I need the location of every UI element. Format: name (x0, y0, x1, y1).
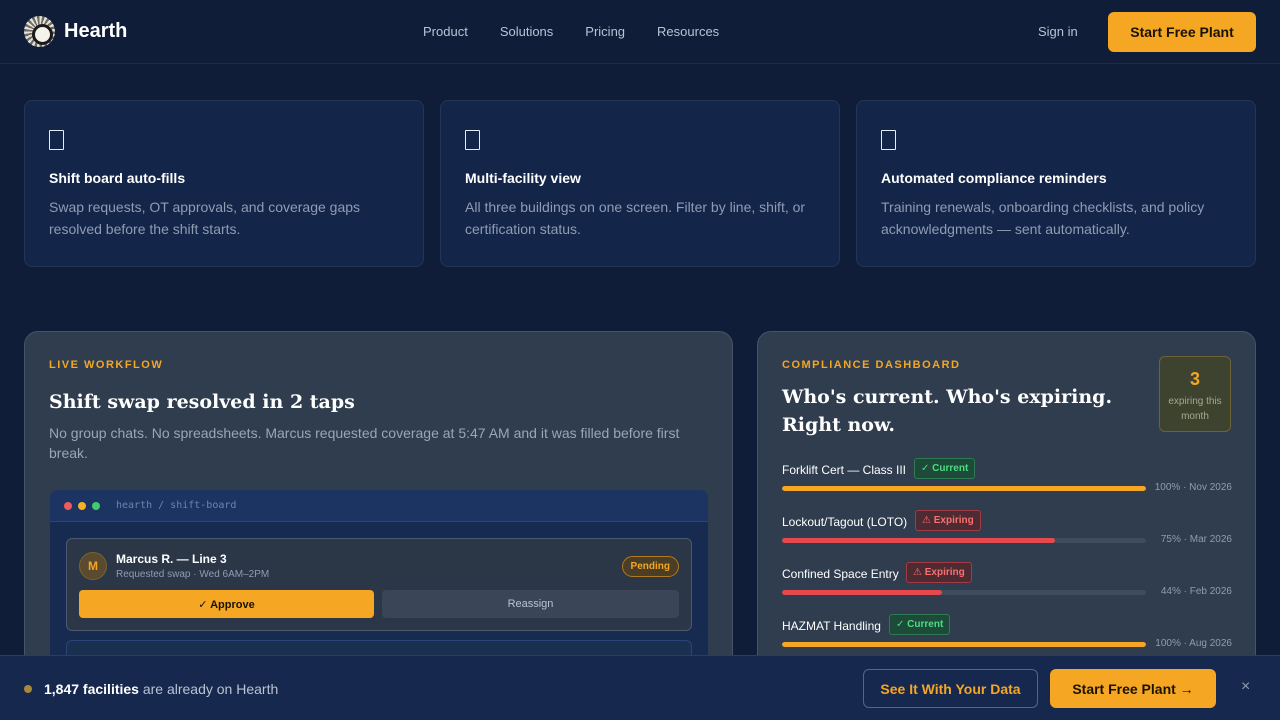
cert-progress-fill (782, 538, 1055, 543)
window-maximize-dot (92, 501, 100, 510)
cert-status-badge: ✓ Current (889, 614, 951, 635)
cert-progress-fill (782, 642, 1146, 647)
cert-status-badge: ⚠ Expiring (915, 510, 981, 531)
cert-progress-fill (782, 590, 943, 595)
cert-meta: 44% · Feb 2026 (1160, 586, 1232, 597)
social-proof-text: 1,847 facilities are already on Hearth (44, 681, 278, 697)
hearth-logo-icon (24, 16, 55, 47)
feature-desc: Training renewals, onboarding checklists… (881, 199, 1205, 237)
cert-row: Forklift Cert — Class III ✓ Current 100% ·… (782, 458, 1232, 502)
reassign-button[interactable]: Reassign (382, 590, 679, 618)
nav-link-product[interactable]: Product (423, 24, 468, 39)
sign-in-link[interactable]: Sign in (1038, 24, 1078, 39)
bottom-cta-bar: 1,847 facilities are already on Hearth S… (0, 655, 1280, 720)
cert-progress-track (782, 486, 1146, 491)
mock-window-bar: hearth / shift-board (50, 490, 708, 522)
workflow-desc: No group chats. No spreadsheets. Marcus … (49, 425, 680, 461)
cert-meta: 75% · Mar 2026 (1160, 534, 1232, 545)
status-badge: Pending (621, 556, 679, 577)
nav-links: Product Solutions Pricing Resources (423, 24, 719, 39)
feature-desc: All three buildings on one screen. Filte… (465, 199, 806, 237)
window-close-dot (64, 501, 72, 510)
cert-status-badge: ⚠ Expiring (906, 562, 972, 583)
compliance-title: Who's current. Who's expiring. Right now… (782, 386, 1113, 436)
feature-card-compliance-reminders: Automated compliance reminders Training … (856, 100, 1256, 267)
cert-name: Confined Space Entry (782, 567, 899, 581)
top-nav: Hearth Product Solutions Pricing Resourc… (0, 0, 1280, 64)
feature-card-shift-board: Shift board auto-fills Swap requests, OT… (24, 100, 424, 267)
avatar: M (79, 552, 107, 580)
feature-title: Automated compliance reminders (881, 170, 1107, 186)
expiring-count-badge: 3 expiring this month (1159, 356, 1231, 432)
cert-meta: 100% · Nov 2026 (1154, 482, 1232, 493)
start-free-plant-bottom-button[interactable]: Start Free Plant → (1050, 669, 1216, 708)
workflow-eyebrow: LIVE WORKFLOW (49, 359, 164, 371)
cert-meta: 100% · Aug 2026 (1155, 638, 1232, 649)
document-icon (465, 130, 480, 150)
see-it-with-your-data-button[interactable]: See It With Your Data (863, 669, 1038, 708)
feature-desc: Swap requests, OT approvals, and coverag… (49, 199, 361, 237)
cert-name: Forklift Cert — Class III (782, 463, 907, 477)
cert-progress-track (782, 538, 1146, 543)
nav-link-solutions[interactable]: Solutions (500, 24, 553, 39)
expiring-count: 3 (1189, 369, 1200, 389)
document-icon (881, 130, 896, 150)
social-proof-suffix: are already on Hearth (138, 681, 279, 697)
swap-request-card: M Marcus R. — Line 3 Requested swap · We… (66, 538, 692, 631)
cert-name: Lockout/Tagout (LOTO) (782, 515, 908, 529)
feature-card-multi-facility: Multi-facility view All three buildings … (440, 100, 840, 267)
cert-progress-track (782, 642, 1146, 647)
window-minimize-dot (78, 501, 86, 510)
approve-button[interactable]: ✓ Approve (79, 590, 374, 618)
close-icon[interactable]: × (1241, 678, 1250, 696)
nav-link-resources[interactable]: Resources (657, 24, 719, 39)
workflow-title: Shift swap resolved in 2 taps (49, 391, 355, 413)
cert-name: HAZMAT Handling (782, 619, 881, 633)
brand-name: Hearth (64, 20, 128, 42)
cert-progress-track (782, 590, 1146, 595)
facility-count: 1,847 facilities (44, 681, 139, 697)
cert-row: HAZMAT Handling ✓ Current 100% · Aug 2026 (782, 614, 1232, 658)
document-icon (49, 130, 64, 150)
feature-title: Shift board auto-fills (49, 170, 186, 186)
cert-row: Lockout/Tagout (LOTO) ⚠ Expiring 75% · Mar… (782, 510, 1232, 554)
nav-link-pricing[interactable]: Pricing (585, 24, 625, 39)
logo[interactable]: Hearth (24, 16, 127, 47)
mock-path: hearth / shift-board (116, 500, 237, 511)
request-details: Requested swap · Wed 6AM–2PM (116, 569, 270, 580)
cert-progress-fill (782, 486, 1146, 491)
cert-status-badge: ✓ Current (914, 458, 976, 479)
status-dot (24, 685, 32, 693)
request-name: Marcus R. — Line 3 (116, 552, 227, 566)
feature-title: Multi-facility view (465, 170, 581, 186)
expiring-label: expiring this month (1168, 396, 1222, 422)
start-free-plant-button[interactable]: Start Free Plant (1108, 12, 1256, 52)
cert-row: Confined Space Entry ⚠ Expiring 44% · Feb … (782, 562, 1232, 606)
